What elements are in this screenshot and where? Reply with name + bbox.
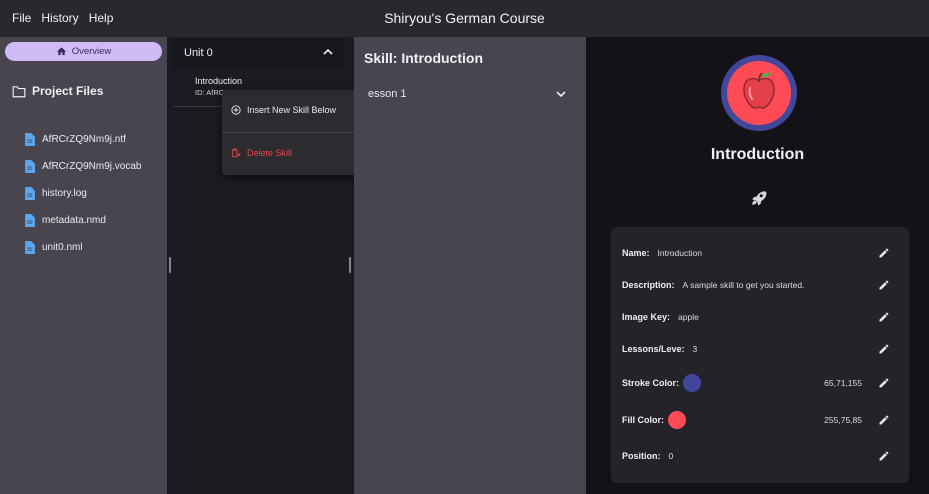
folder-icon: [12, 85, 26, 97]
fill-color-swatch[interactable]: [668, 411, 686, 429]
file-icon: [25, 187, 35, 200]
file-icon: [25, 160, 35, 173]
property-row-fill-color: Fill Color: 255,75,85: [622, 411, 898, 429]
property-value: Introduction: [657, 248, 702, 258]
insert-skill-menu-item[interactable]: Insert New Skill Below: [231, 105, 336, 115]
chevron-up-icon[interactable]: [323, 48, 333, 55]
property-row-name: Name: Introduction: [622, 244, 898, 262]
stroke-color-swatch[interactable]: [683, 374, 702, 392]
pencil-icon[interactable]: [878, 450, 890, 462]
menu-separator: [222, 132, 371, 133]
lesson-label: esson 1: [368, 88, 407, 100]
properties-card: Name: Introduction Description: A sample…: [611, 227, 909, 483]
pencil-icon[interactable]: [878, 247, 890, 259]
property-label: Stroke Color:: [622, 378, 680, 388]
sidebar: Overview Project Files AfRCrZQ9Nm9j.ntf …: [0, 37, 167, 494]
skill-panel-title: Skill: Introduction: [364, 50, 483, 66]
file-icon: [25, 133, 35, 146]
property-value: apple: [678, 312, 699, 322]
file-item[interactable]: unit0.nml: [24, 234, 141, 261]
file-icon: [25, 241, 35, 254]
unit-title: Unit 0: [184, 47, 213, 59]
overview-button[interactable]: Overview: [5, 42, 162, 61]
property-label: Position:: [622, 451, 661, 461]
property-label: Image Key:: [622, 312, 671, 322]
home-icon: [56, 47, 66, 56]
chevron-down-icon[interactable]: [556, 91, 566, 98]
property-value: 0: [668, 451, 674, 461]
pencil-icon[interactable]: [878, 311, 890, 323]
property-row-image-key: Image Key: apple: [622, 308, 898, 326]
overview-label: Overview: [71, 46, 112, 57]
property-row-lessons: Lessons/Leve: 3: [622, 340, 898, 358]
file-name: history.log: [42, 188, 87, 199]
skill-name: Introduction: [195, 76, 243, 86]
file-item[interactable]: AfRCrZQ9Nm9j.vocab: [24, 153, 141, 180]
file-item[interactable]: metadata.nmd: [24, 207, 141, 234]
property-row-position: Position: 0: [622, 447, 898, 465]
panel-resize-handle[interactable]: [349, 257, 351, 273]
file-list: AfRCrZQ9Nm9j.ntf AfRCrZQ9Nm9j.vocab hist…: [24, 126, 141, 261]
rocket-icon: [752, 191, 767, 206]
property-row-description: Description: A sample skill to get you s…: [622, 276, 898, 294]
property-label: Name:: [622, 248, 650, 258]
apple-icon: [721, 55, 797, 131]
project-files-label: Project Files: [32, 84, 104, 98]
project-files-header: Project Files: [12, 84, 103, 98]
property-label: Lessons/Leve:: [622, 344, 685, 354]
property-value: A sample skill to get you started.: [682, 280, 805, 290]
property-label: Fill Color:: [622, 415, 664, 425]
property-row-stroke-color: Stroke Color: 65,71,155: [622, 374, 898, 392]
file-item[interactable]: history.log: [24, 180, 141, 207]
pencil-icon[interactable]: [878, 343, 890, 355]
delete-skill-menu-item[interactable]: Delete Skill: [231, 148, 292, 158]
delete-icon: [231, 148, 241, 158]
add-circle-icon: [231, 105, 241, 115]
property-value: 65,71,155: [824, 378, 862, 388]
skill-panel: Skill: Introduction esson 1: [354, 37, 586, 494]
file-name: AfRCrZQ9Nm9j.vocab: [42, 161, 142, 172]
skill-heading: Introduction: [710, 146, 805, 163]
pencil-icon[interactable]: [878, 414, 890, 426]
insert-skill-label: Insert New Skill Below: [247, 105, 337, 115]
pencil-icon[interactable]: [878, 377, 890, 389]
app-title: Shiryou's German Course: [384, 10, 545, 26]
title-bar: File History Help Shiryou's German Cours…: [0, 0, 929, 37]
file-name: metadata.nmd: [42, 215, 106, 226]
file-name: AfRCrZQ9Nm9j.ntf: [42, 134, 126, 145]
details-panel: Introduction Name: Introduction Descript…: [586, 37, 929, 494]
property-label: Description:: [622, 280, 675, 290]
property-value: 255,75,85: [824, 415, 862, 425]
file-name: unit0.nml: [42, 242, 83, 253]
file-icon: [25, 214, 35, 227]
property-value: 3: [692, 344, 698, 354]
lesson-row[interactable]: esson 1: [354, 82, 576, 106]
delete-skill-label: Delete Skill: [247, 148, 293, 158]
pencil-icon[interactable]: [878, 279, 890, 291]
unit-header[interactable]: Unit 0: [173, 38, 343, 68]
context-menu: Insert New Skill Below Delete Skill: [222, 90, 371, 175]
panel-resize-handle[interactable]: [169, 257, 171, 273]
file-item[interactable]: AfRCrZQ9Nm9j.ntf: [24, 126, 141, 153]
